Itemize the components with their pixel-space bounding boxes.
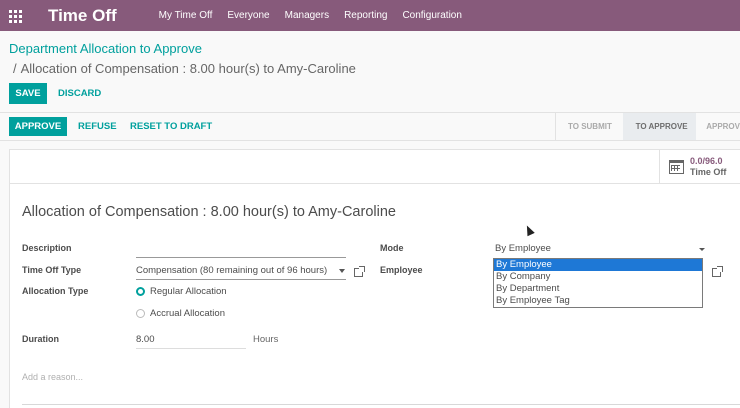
stage-approved[interactable]: APPROV	[696, 113, 740, 140]
allocation-type-label: Allocation Type	[22, 286, 89, 296]
reason-textarea[interactable]: Add a reason...	[22, 372, 83, 382]
status-bar: TO SUBMIT TO APPROVE APPROV	[555, 113, 740, 140]
calendar-icon	[669, 159, 684, 174]
description-underline	[136, 257, 346, 258]
menu-reporting[interactable]: Reporting	[344, 10, 387, 21]
menu-configuration[interactable]: Configuration	[402, 10, 461, 21]
smart-button-value: 0.0/96.0	[690, 155, 723, 166]
mode-option-by-department[interactable]: By Department	[494, 283, 702, 295]
smart-button-label: Time Off	[690, 166, 727, 177]
approve-button[interactable]: APPROVE	[9, 117, 67, 136]
divider	[22, 404, 740, 405]
refuse-button[interactable]: REFUSE	[78, 117, 117, 136]
save-button[interactable]: SAVE	[9, 83, 47, 104]
apps-menu-icon[interactable]	[9, 9, 23, 23]
reset-to-draft-button[interactable]: RESET TO DRAFT	[130, 117, 212, 136]
duration-unit: Hours	[253, 334, 279, 345]
description-input[interactable]	[136, 243, 346, 256]
chevron-down-icon[interactable]	[339, 269, 345, 273]
app-name[interactable]: Time Off	[48, 6, 117, 26]
top-navbar: Time Off My Time Off Everyone Managers R…	[0, 0, 740, 31]
menu-managers[interactable]: Managers	[285, 10, 329, 21]
main-menu: My Time Off Everyone Managers Reporting …	[159, 10, 477, 21]
breadcrumb-separator: /	[13, 61, 17, 76]
mode-option-by-company[interactable]: By Company	[494, 271, 702, 283]
mode-option-by-employee-tag[interactable]: By Employee Tag	[494, 295, 702, 307]
external-link-icon[interactable]	[712, 266, 723, 277]
stage-to-approve[interactable]: TO APPROVE	[622, 113, 697, 140]
stage-to-submit[interactable]: TO SUBMIT	[556, 113, 623, 140]
mode-label: Mode	[380, 243, 404, 253]
time-off-type-select[interactable]: Compensation (80 remaining out of 96 hou…	[136, 265, 327, 276]
accrual-allocation-label[interactable]: Accrual Allocation	[150, 308, 225, 319]
mode-option-by-employee[interactable]: By Employee	[494, 259, 702, 271]
external-link-icon[interactable]	[354, 266, 365, 277]
duration-underline	[136, 348, 246, 349]
time-off-type-label: Time Off Type	[22, 265, 82, 275]
time-off-type-underline	[136, 279, 346, 280]
description-label: Description	[22, 243, 72, 253]
breadcrumb-current: / Allocation of Compensation : 8.00 hour(…	[13, 61, 356, 76]
mode-select[interactable]: By Employee	[495, 243, 551, 254]
employee-label: Employee	[380, 265, 423, 275]
regular-allocation-label[interactable]: Regular Allocation	[150, 286, 227, 297]
divider	[0, 140, 740, 141]
breadcrumb-parent[interactable]: Department Allocation to Approve	[9, 41, 202, 56]
radio-accrual-allocation[interactable]	[136, 309, 145, 318]
breadcrumb-current-label: Allocation of Compensation : 8.00 hour(s…	[20, 61, 356, 76]
mode-dropdown-list: By Employee By Company By Department By …	[493, 258, 703, 308]
divider	[9, 183, 740, 184]
time-off-smart-button[interactable]: 0.0/96.0 Time Off	[659, 150, 740, 183]
form-title: Allocation of Compensation : 8.00 hour(s…	[22, 204, 396, 220]
chevron-down-icon[interactable]	[699, 248, 705, 251]
discard-button[interactable]: DISCARD	[58, 83, 101, 104]
duration-label: Duration	[22, 334, 59, 344]
menu-my-time-off[interactable]: My Time Off	[159, 10, 213, 21]
duration-input[interactable]: 8.00	[136, 334, 155, 345]
radio-regular-allocation[interactable]	[136, 287, 145, 296]
menu-everyone[interactable]: Everyone	[227, 10, 269, 21]
